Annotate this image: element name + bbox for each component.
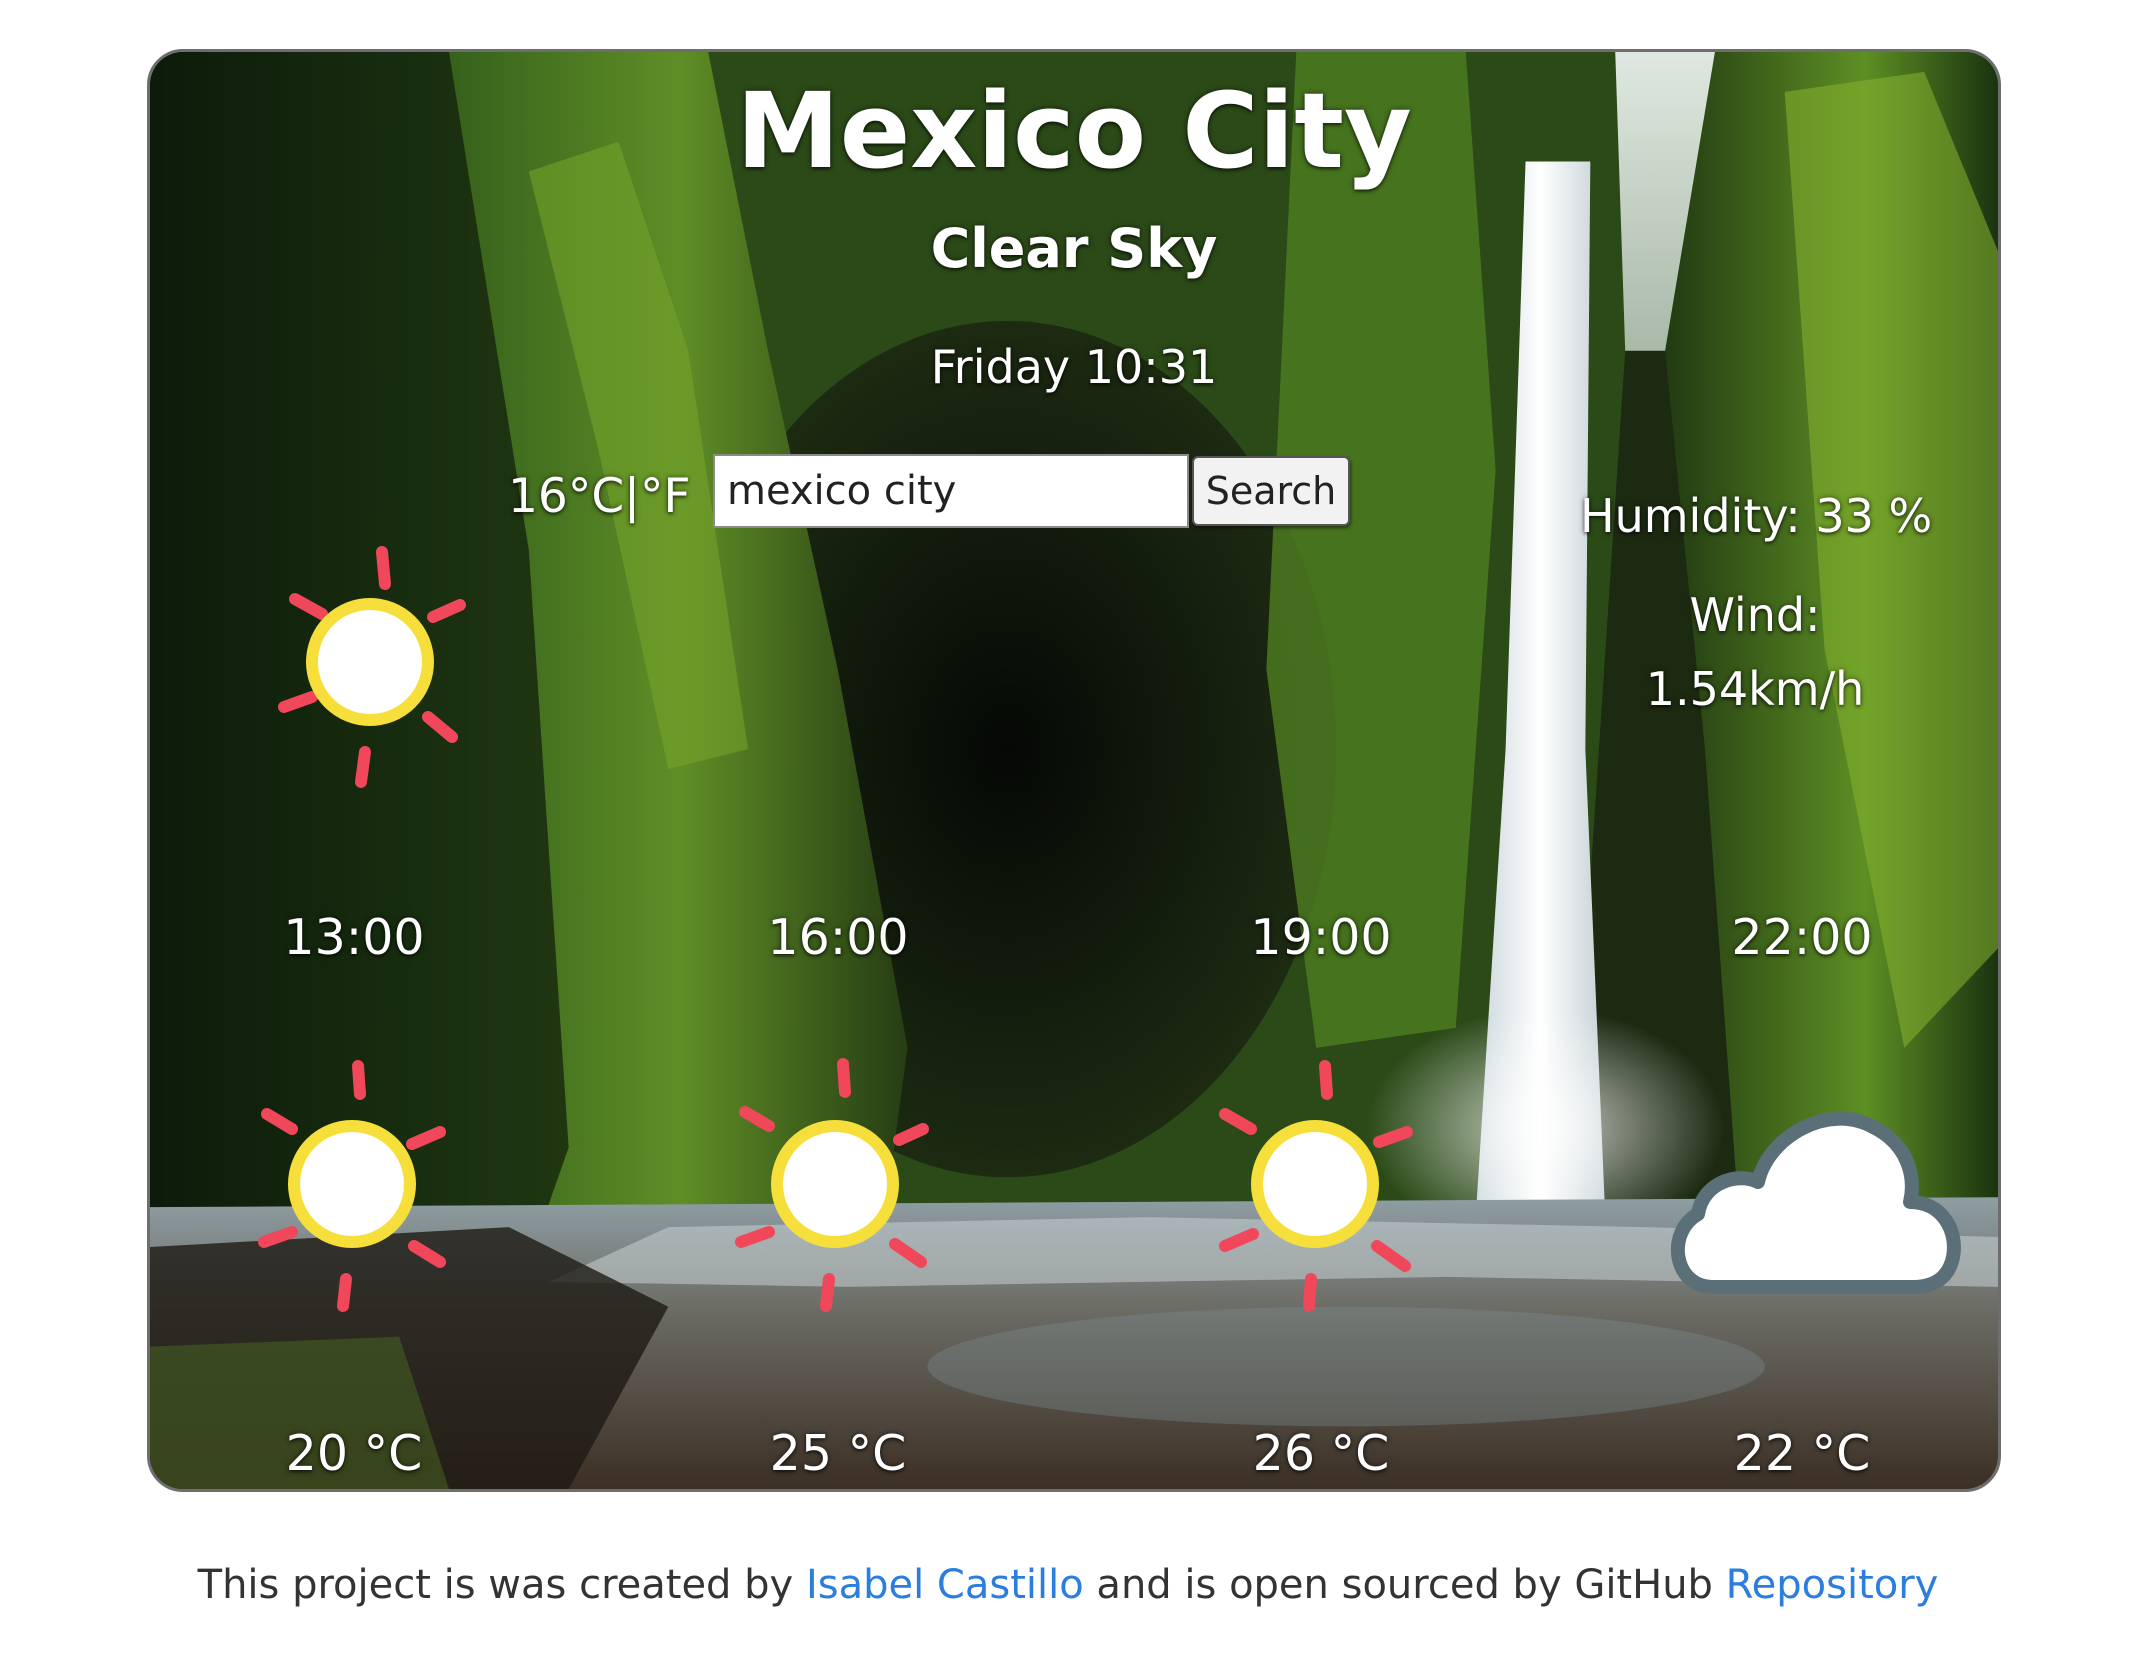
fahrenheit-link[interactable]: °F <box>640 469 691 524</box>
forecast-time-1: 13:00 <box>283 909 425 966</box>
sun-icon <box>278 546 466 788</box>
forecast-time-4: 22:00 <box>1731 909 1873 966</box>
footer: This project is was created by Isabel Ca… <box>0 1560 2136 1610</box>
repository-link[interactable]: Repository <box>1726 1562 1939 1608</box>
weather-description: Clear Sky <box>930 217 1218 280</box>
sun-icon <box>1219 1060 1413 1312</box>
forecast-temp-4: 22 °C <box>1733 1425 1871 1482</box>
author-link[interactable]: Isabel Castillo <box>806 1562 1084 1608</box>
current-date-time: Friday 10:31 <box>930 340 1218 394</box>
temperature-value: 16 <box>508 469 568 524</box>
wind-value: 1.54km/h <box>1645 662 1865 716</box>
current-temperature: 16°C|°F <box>508 467 691 527</box>
sun-icon <box>258 1060 446 1312</box>
city-name: Mexico City <box>736 70 1412 192</box>
wind-label: Wind: <box>1689 588 1821 642</box>
forecast-temp-1: 20 °C <box>285 1425 423 1482</box>
city-search-input[interactable] <box>713 454 1189 528</box>
forecast-time-2: 16:00 <box>767 909 909 966</box>
wind-info: Wind: 1.54km/h <box>1580 578 1930 726</box>
humidity-value: Humidity: 33 % <box>1580 489 1933 543</box>
footer-middle: and is open sourced by GitHub <box>1083 1562 1726 1608</box>
forecast-temp-2: 25 °C <box>769 1425 907 1482</box>
celsius-link[interactable]: °C <box>568 469 624 524</box>
sun-icon <box>735 1058 929 1312</box>
weather-card: Mexico City Clear Sky Friday 10:31 16°C|… <box>147 49 2001 1492</box>
cloud-icon <box>1670 1111 1961 1294</box>
search-button[interactable]: Search <box>1192 456 1350 526</box>
forecast-time-3: 19:00 <box>1250 909 1392 966</box>
forecast-temp-3: 26 °C <box>1252 1425 1390 1482</box>
footer-prefix: This project is was created by <box>197 1562 806 1608</box>
unit-separator: | <box>624 469 640 524</box>
